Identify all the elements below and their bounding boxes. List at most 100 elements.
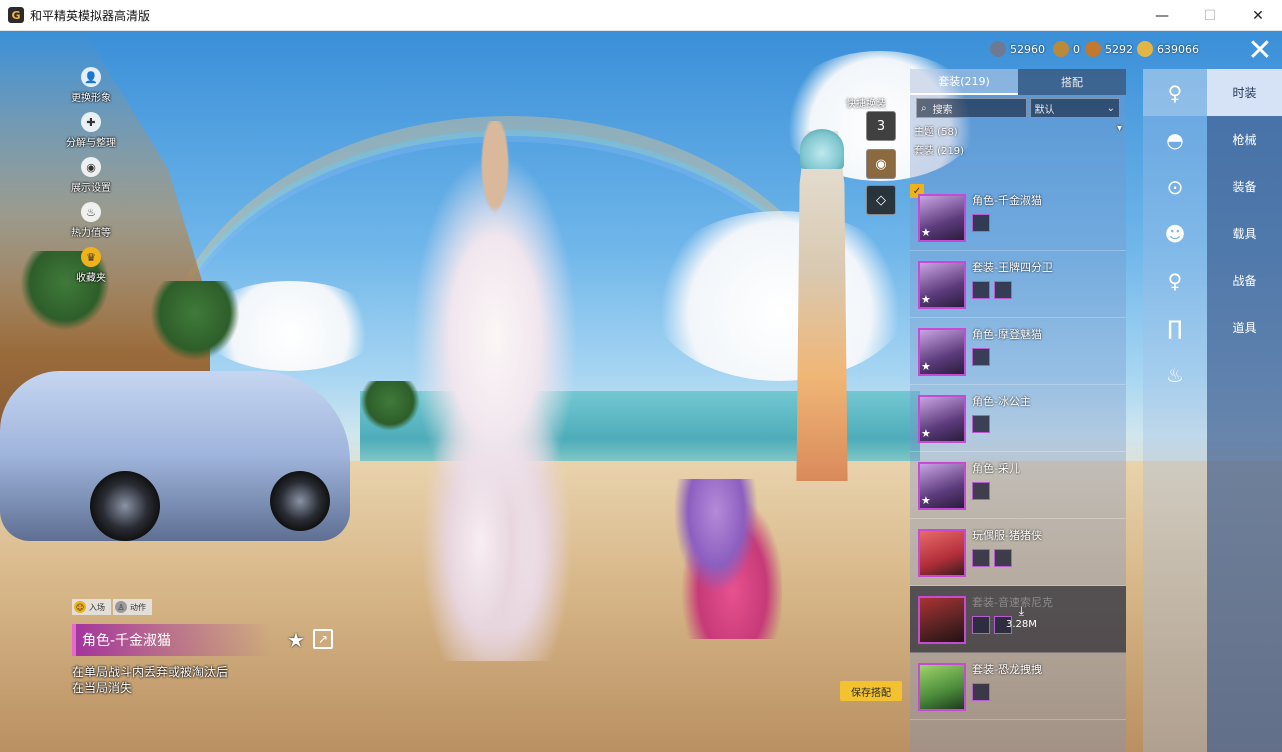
favorite-star-icon[interactable]: ★ bbox=[287, 628, 305, 652]
list-item[interactable]: ★ 角色-摩登魅猫 bbox=[910, 318, 1126, 385]
quick-outfit-hanger[interactable]: 3 bbox=[866, 111, 896, 141]
lighthouse-lamp bbox=[800, 129, 844, 169]
star-icon: ★ bbox=[921, 360, 931, 373]
tab-suits[interactable]: 套装(219) bbox=[910, 69, 1018, 95]
list-item[interactable]: 套装-恐龙拽拽 bbox=[910, 653, 1126, 720]
suits-count: 套装 (219) bbox=[914, 146, 965, 157]
dropdown-triangle-icon: ▾ bbox=[1116, 123, 1122, 134]
close-window-button[interactable]: ✕ bbox=[1234, 0, 1282, 31]
category-guns[interactable]: 枪械 bbox=[1207, 116, 1282, 163]
token-icon bbox=[1053, 41, 1069, 57]
goggles-icon[interactable]: ⊙ bbox=[1143, 163, 1207, 210]
fire-icon: ♨ bbox=[81, 202, 101, 222]
window-titlebar: G 和平精英模拟器高清版 — ☐ ✕ bbox=[0, 0, 1282, 31]
car-wheel bbox=[90, 471, 160, 541]
pants-icon[interactable]: ∏ bbox=[1143, 304, 1207, 351]
list-item[interactable]: ★ 套装-王牌四分卫 bbox=[910, 251, 1126, 318]
search-icon: ⌕ bbox=[921, 102, 927, 114]
top-icon[interactable]: ♀ bbox=[1143, 257, 1207, 304]
cloud bbox=[650, 211, 910, 381]
list-item[interactable]: ★ 角色-采儿 bbox=[910, 452, 1126, 519]
outfit-thumbnail: ★ bbox=[918, 194, 966, 242]
outfit-part-thumb bbox=[972, 415, 990, 433]
outfit-thumbnail: ★ bbox=[918, 395, 966, 443]
outfit-tabs: 套装(219) 搭配 bbox=[910, 69, 1126, 95]
outfit-part-thumb bbox=[972, 549, 990, 567]
person-action-icon: ♙ bbox=[115, 601, 127, 613]
download-icon: ⤓ bbox=[1018, 604, 1025, 618]
outfit-thumbnail bbox=[918, 663, 966, 711]
quick-outfit-label: 快捷换装 bbox=[846, 99, 886, 110]
action-tags: ☺ 入场 ♙ 动作 bbox=[72, 599, 152, 615]
app-icon: G bbox=[8, 7, 24, 23]
outfit-panel: 套装(219) 搭配 ⌕ 搜索 默认 ⌄ 主题 (58) ▾ 套装 (219) … bbox=[910, 69, 1126, 752]
window-controls: — ☐ ✕ bbox=[1138, 0, 1282, 31]
close-icon[interactable]: ✕ bbox=[1240, 35, 1280, 67]
category-fashion[interactable]: 时装 bbox=[1207, 69, 1282, 116]
action-tag[interactable]: ♙ 动作 bbox=[113, 599, 152, 615]
outfit-part-thumb bbox=[972, 214, 990, 232]
mask-icon[interactable]: ☻ bbox=[1143, 210, 1207, 257]
outfit-thumbnail: ★ bbox=[918, 462, 966, 510]
currency-gold: 639066 bbox=[1137, 39, 1199, 59]
outfit-thumbnail: ★ bbox=[918, 261, 966, 309]
left-menu-display-settings[interactable]: ◉ 展示设置 bbox=[71, 157, 111, 202]
category-vehicles[interactable]: 载具 bbox=[1207, 210, 1282, 257]
left-menu: 👤 更换形象 ✚ 分解与整理 ◉ 展示设置 ♨ 热力值等 ♛ 收藏夹 bbox=[64, 67, 118, 292]
outfit-part-thumb bbox=[972, 482, 990, 500]
category-column: 时装 枪械 装备 载具 战备 道具 bbox=[1207, 69, 1282, 752]
search-input[interactable]: ⌕ 搜索 bbox=[916, 98, 1027, 118]
tab-combos[interactable]: 搭配 bbox=[1018, 69, 1126, 95]
save-outfit-button[interactable]: 保存搭配 bbox=[840, 681, 902, 701]
star-icon: ★ bbox=[921, 427, 931, 440]
quick-outfit-emblem[interactable]: ◉ bbox=[866, 149, 896, 179]
list-item[interactable]: 玩偶服-猪猪侠 bbox=[910, 519, 1126, 586]
outfit-part-thumb bbox=[972, 348, 990, 366]
player-character[interactable] bbox=[350, 121, 640, 661]
game-viewport[interactable]: 👤 更换形象 ✚ 分解与整理 ◉ 展示设置 ♨ 热力值等 ♛ 收藏夹 52960… bbox=[0, 31, 1282, 752]
gold-coin-icon bbox=[1137, 41, 1153, 57]
category-items[interactable]: 道具 bbox=[1207, 304, 1282, 351]
outfit-list: ✓ ★ 角色-千金淑猫 ★ 套装-王牌四分卫 ★ 角色-摩登魅猫 ★ 角色-冰公… bbox=[910, 184, 1126, 720]
sort-select[interactable]: 默认 ⌄ bbox=[1029, 98, 1120, 118]
outfit-part-thumb bbox=[994, 549, 1012, 567]
chevron-down-icon: ⌄ bbox=[1106, 102, 1115, 114]
outfit-part-thumb bbox=[972, 616, 990, 634]
currency-token: 0 bbox=[1053, 39, 1080, 59]
shoes-icon[interactable]: ♨ bbox=[1143, 351, 1207, 398]
outfit-description: 在单局战斗内丢弃或被淘汰后在当局消失 bbox=[72, 665, 229, 695]
outfit-thumbnail: ★ bbox=[918, 328, 966, 376]
bronze-coin-icon bbox=[1085, 41, 1101, 57]
outfit-thumbnail bbox=[918, 529, 966, 577]
minimize-button[interactable]: — bbox=[1138, 0, 1186, 31]
outfit-part-thumb bbox=[994, 281, 1012, 299]
list-item[interactable]: ✓ ★ 角色-千金淑猫 bbox=[910, 184, 1126, 251]
cap-icon[interactable]: ◓ bbox=[1143, 116, 1207, 163]
left-menu-change-look[interactable]: 👤 更换形象 bbox=[71, 67, 111, 112]
quick-outfit-diamond[interactable]: ◇ bbox=[866, 185, 896, 215]
share-icon[interactable]: ↗ bbox=[313, 629, 333, 649]
currency-bronze: 5292 bbox=[1085, 39, 1133, 59]
list-item-downloading[interactable]: 套装-音速索尼克 ⤓ 3.28M bbox=[910, 586, 1126, 653]
star-icon: ★ bbox=[921, 494, 931, 507]
person-icon: 👤 bbox=[81, 67, 101, 87]
puzzle-icon: ✚ bbox=[81, 112, 101, 132]
palm-tree bbox=[150, 281, 240, 361]
character-icon[interactable]: ♀ bbox=[1143, 69, 1207, 116]
outfit-part-thumb bbox=[972, 683, 990, 701]
entry-tag[interactable]: ☺ 入场 bbox=[72, 599, 111, 615]
outfit-thumbnail bbox=[918, 596, 966, 644]
outfit-name: 角色-千金淑猫 bbox=[72, 624, 272, 656]
eye-icon: ◉ bbox=[81, 157, 101, 177]
window-title: 和平精英模拟器高清版 bbox=[30, 8, 151, 23]
download-indicator[interactable]: ⤓ 3.28M bbox=[1006, 604, 1037, 630]
theme-filter[interactable]: 主题 (58) ▾ bbox=[910, 121, 1126, 140]
category-combat-prep[interactable]: 战备 bbox=[1207, 257, 1282, 304]
maximize-button[interactable]: ☐ bbox=[1186, 0, 1234, 31]
left-menu-favorites[interactable]: ♛ 收藏夹 bbox=[76, 247, 106, 292]
list-item[interactable]: ★ 角色-冰公主 bbox=[910, 385, 1126, 452]
left-menu-decompose[interactable]: ✚ 分解与整理 bbox=[66, 112, 116, 157]
currency-gem: 52960 bbox=[990, 39, 1045, 59]
left-menu-heat[interactable]: ♨ 热力值等 bbox=[71, 202, 111, 247]
category-equipment[interactable]: 装备 bbox=[1207, 163, 1282, 210]
